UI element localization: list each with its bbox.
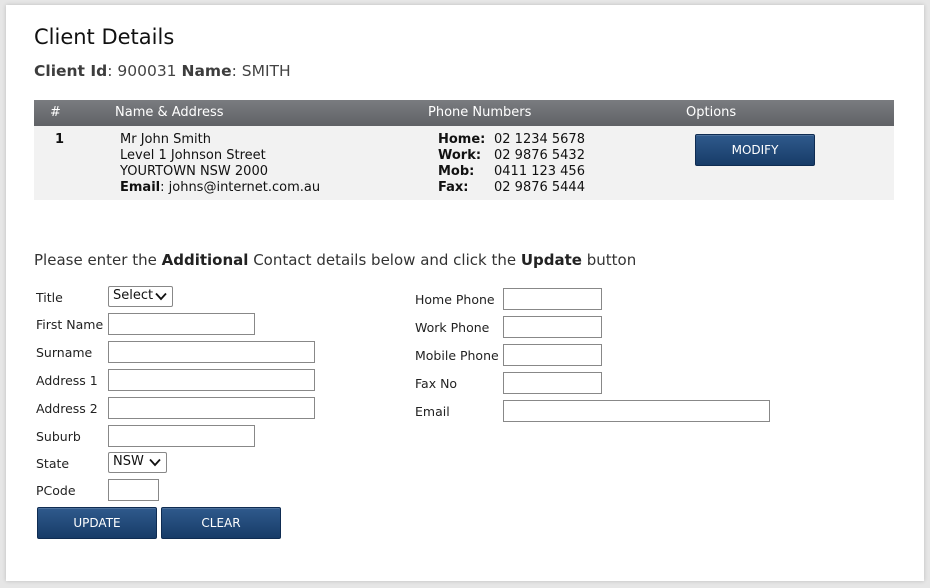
email-label: Email [120, 180, 161, 195]
instructions-bold-update: Update [520, 251, 582, 269]
home-phone-field[interactable] [503, 288, 602, 310]
address-line-2: YOURTOWN NSW 2000 [120, 164, 268, 179]
page-title: Client Details [34, 25, 175, 49]
suburb-label: Suburb [36, 429, 81, 444]
col-name-address-header: Name & Address [115, 105, 224, 120]
fax-label: Fax: [438, 180, 469, 195]
email-line: Email: johns@internet.com.au [120, 180, 321, 195]
clear-button[interactable]: CLEAR [161, 507, 281, 539]
title-select[interactable]: Select [108, 286, 173, 307]
first-name-label: First Name [36, 317, 104, 332]
col-phone-header: Phone Numbers [428, 105, 532, 120]
col-options-header: Options [686, 105, 737, 120]
home-label: Home: [438, 132, 486, 147]
client-details-panel: Client Details Client Id: 900031 Name: S… [6, 5, 924, 581]
title-label: Title [36, 290, 63, 305]
row-number: 1 [55, 132, 65, 147]
address-line-1: Level 1 Johnson Street [120, 148, 266, 163]
update-button[interactable]: UPDATE [37, 507, 157, 539]
state-select[interactable]: NSW [108, 452, 167, 473]
mob-label: Mob: [438, 164, 475, 179]
address1-label: Address 1 [36, 373, 98, 388]
address2-label: Address 2 [36, 401, 98, 416]
instructions-text-3: button [581, 251, 637, 269]
instructions-text-2: Contact details below and click the [248, 251, 521, 269]
modify-button[interactable]: MODIFY [695, 134, 815, 166]
client-id-label: Client Id [34, 62, 108, 80]
chevron-down-icon [155, 292, 167, 301]
fax-line: Fax: 02 9876 5444 [438, 180, 585, 196]
state-select-value: NSW [113, 454, 144, 469]
work-value: 02 9876 5432 [494, 148, 585, 163]
home-value: 02 1234 5678 [494, 132, 585, 147]
fax-value: 02 9876 5444 [494, 180, 585, 195]
table-header: # Name & Address Phone Numbers Options [34, 100, 894, 126]
home-phone-label: Home Phone [415, 292, 495, 307]
email-field[interactable] [503, 400, 770, 422]
chevron-down-icon [149, 458, 161, 467]
client-name: Mr John Smith [120, 132, 211, 147]
work-phone-line: Work: 02 9876 5432 [438, 148, 585, 164]
name-label: Name [181, 62, 232, 80]
phone-numbers-cell: Home: 02 1234 5678 Work: 02 9876 5432 Mob:… [438, 132, 585, 196]
instructions: Please enter the Additional Contact deta… [34, 251, 636, 269]
address2-field[interactable] [108, 397, 315, 419]
mobile-phone-line: Mob: 0411 123 456 [438, 164, 585, 180]
table-row: 1 Mr John Smith Level 1 Johnson Street Y… [34, 126, 894, 200]
address1-field[interactable] [108, 369, 315, 391]
email-value: johns@internet.com.au [168, 180, 321, 195]
client-id-value: 900031 [117, 62, 177, 80]
home-phone-line: Home: 02 1234 5678 [438, 132, 585, 148]
instructions-bold-additional: Additional [161, 251, 249, 269]
suburb-field[interactable] [108, 425, 255, 447]
fax-no-label: Fax No [415, 376, 458, 391]
email-label: Email [415, 404, 450, 419]
surname-label: Surname [36, 345, 93, 360]
mobile-phone-label: Mobile Phone [415, 348, 499, 363]
surname-field[interactable] [108, 341, 315, 363]
first-name-field[interactable] [108, 313, 255, 335]
work-label: Work: [438, 148, 482, 163]
title-select-value: Select [113, 288, 154, 303]
instructions-text-1: Please enter the [34, 251, 162, 269]
pcode-field[interactable] [108, 479, 159, 501]
state-label: State [36, 456, 70, 471]
mob-value: 0411 123 456 [494, 164, 585, 179]
work-phone-field[interactable] [503, 316, 602, 338]
name-address-cell: Mr John Smith Level 1 Johnson Street YOU… [120, 132, 320, 196]
col-number-header: # [50, 105, 61, 120]
name-value: SMITH [241, 62, 291, 80]
client-summary: Client Id: 900031 Name: SMITH [34, 62, 291, 80]
mobile-phone-field[interactable] [503, 344, 602, 366]
fax-no-field[interactable] [503, 372, 602, 394]
work-phone-label: Work Phone [415, 320, 490, 335]
pcode-label: PCode [36, 483, 76, 498]
